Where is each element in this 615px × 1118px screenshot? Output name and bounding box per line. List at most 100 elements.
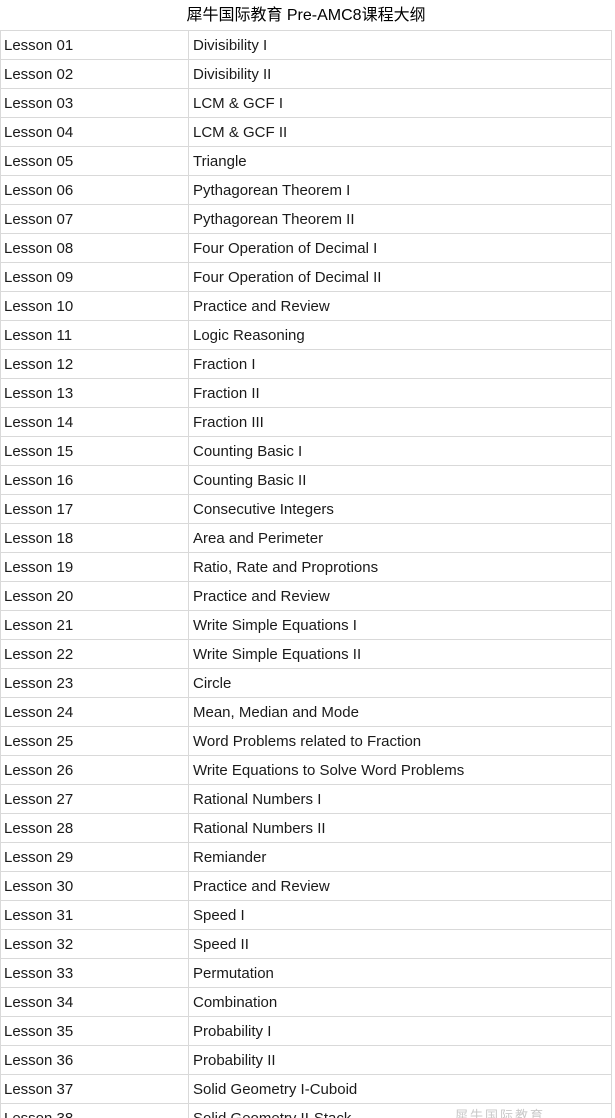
- lesson-number-cell[interactable]: Lesson 09: [0, 262, 189, 292]
- lesson-number-cell[interactable]: Lesson 02: [0, 59, 189, 89]
- lesson-topic-cell[interactable]: Write Simple Equations II: [187, 639, 613, 669]
- lesson-topic-cell[interactable]: Write Equations to Solve Word Problems: [187, 755, 613, 785]
- lesson-number-cell[interactable]: Lesson 26: [0, 755, 189, 785]
- lesson-number-cell[interactable]: Lesson 01: [0, 30, 189, 60]
- lesson-topic-cell[interactable]: Fraction II: [187, 378, 613, 408]
- lesson-number-cell[interactable]: Lesson 04: [0, 117, 189, 147]
- lesson-number-cell[interactable]: Lesson 10: [0, 291, 189, 321]
- lesson-topic-cell[interactable]: Practice and Review: [187, 291, 613, 321]
- table-row[interactable]: Lesson 02 Divisibility II: [0, 59, 613, 89]
- lesson-topic-cell[interactable]: Counting Basic I: [187, 436, 613, 466]
- table-row[interactable]: Lesson 17 Consecutive Integers: [0, 494, 613, 524]
- lesson-topic-cell[interactable]: Area and Perimeter: [187, 523, 613, 553]
- table-row[interactable]: Lesson 13 Fraction II: [0, 378, 613, 408]
- lesson-topic-cell[interactable]: Fraction I: [187, 349, 613, 379]
- table-row[interactable]: Lesson 10 Practice and Review: [0, 291, 613, 321]
- lesson-topic-cell[interactable]: Pythagorean Theorem II: [187, 204, 613, 234]
- table-row[interactable]: Lesson 07 Pythagorean Theorem II: [0, 204, 613, 234]
- lesson-topic-cell[interactable]: LCM & GCF I: [187, 88, 613, 118]
- table-row[interactable]: Lesson 29 Remiander: [0, 842, 613, 872]
- lesson-number-cell[interactable]: Lesson 03: [0, 88, 189, 118]
- lesson-number-cell[interactable]: Lesson 28: [0, 813, 189, 843]
- lesson-topic-cell[interactable]: Probability II: [187, 1045, 613, 1075]
- table-row[interactable]: Lesson 27 Rational Numbers I: [0, 784, 613, 814]
- table-row[interactable]: Lesson 28 Rational Numbers II: [0, 813, 613, 843]
- lesson-topic-cell[interactable]: Divisibility I: [187, 30, 613, 60]
- table-row[interactable]: Lesson 36 Probability II: [0, 1045, 613, 1075]
- lesson-topic-cell[interactable]: Circle: [187, 668, 613, 698]
- table-row[interactable]: Lesson 18 Area and Perimeter: [0, 523, 613, 553]
- lesson-number-cell[interactable]: Lesson 20: [0, 581, 189, 611]
- table-row[interactable]: Lesson 01 Divisibility I: [0, 30, 613, 60]
- lesson-topic-cell[interactable]: Fraction III: [187, 407, 613, 437]
- table-row[interactable]: Lesson 12 Fraction I: [0, 349, 613, 379]
- lesson-number-cell[interactable]: Lesson 16: [0, 465, 189, 495]
- table-row[interactable]: Lesson 16 Counting Basic II: [0, 465, 613, 495]
- table-row[interactable]: Lesson 20 Practice and Review: [0, 581, 613, 611]
- lesson-number-cell[interactable]: Lesson 24: [0, 697, 189, 727]
- lesson-topic-cell[interactable]: Combination: [187, 987, 613, 1017]
- table-row[interactable]: Lesson 03 LCM & GCF I: [0, 88, 613, 118]
- lesson-number-cell[interactable]: Lesson 32: [0, 929, 189, 959]
- lesson-number-cell[interactable]: Lesson 31: [0, 900, 189, 930]
- lesson-topic-cell[interactable]: Rational Numbers I: [187, 784, 613, 814]
- lesson-topic-cell[interactable]: Permutation: [187, 958, 613, 988]
- lesson-number-cell[interactable]: Lesson 37: [0, 1074, 189, 1104]
- lesson-topic-cell[interactable]: Solid Geometry I-Cuboid: [187, 1074, 613, 1104]
- table-row[interactable]: Lesson 11 Logic Reasoning: [0, 320, 613, 350]
- lesson-topic-cell[interactable]: Speed I: [187, 900, 613, 930]
- lesson-topic-cell[interactable]: Logic Reasoning: [187, 320, 613, 350]
- lesson-topic-cell[interactable]: Remiander: [187, 842, 613, 872]
- lesson-number-cell[interactable]: Lesson 17: [0, 494, 189, 524]
- table-row[interactable]: Lesson 21 Write Simple Equations I: [0, 610, 613, 640]
- lesson-topic-cell[interactable]: Mean, Median and Mode: [187, 697, 613, 727]
- table-row[interactable]: Lesson 34 Combination: [0, 987, 613, 1017]
- lesson-number-cell[interactable]: Lesson 27: [0, 784, 189, 814]
- lesson-number-cell[interactable]: Lesson 18: [0, 523, 189, 553]
- lesson-number-cell[interactable]: Lesson 29: [0, 842, 189, 872]
- lesson-topic-cell[interactable]: LCM & GCF II: [187, 117, 613, 147]
- lesson-number-cell[interactable]: Lesson 05: [0, 146, 189, 176]
- table-row[interactable]: Lesson 15 Counting Basic I: [0, 436, 613, 466]
- lesson-topic-cell[interactable]: Ratio, Rate and Proprotions: [187, 552, 613, 582]
- lesson-number-cell[interactable]: Lesson 25: [0, 726, 189, 756]
- lesson-number-cell[interactable]: Lesson 35: [0, 1016, 189, 1046]
- lesson-topic-cell[interactable]: Solid Geometry II-Stack: [187, 1103, 613, 1118]
- table-row[interactable]: Lesson 38 Solid Geometry II-Stack: [0, 1103, 613, 1118]
- lesson-number-cell[interactable]: Lesson 21: [0, 610, 189, 640]
- lesson-number-cell[interactable]: Lesson 06: [0, 175, 189, 205]
- table-row[interactable]: Lesson 23 Circle: [0, 668, 613, 698]
- lesson-topic-cell[interactable]: Practice and Review: [187, 871, 613, 901]
- table-row[interactable]: Lesson 09 Four Operation of Decimal II: [0, 262, 613, 292]
- table-row[interactable]: Lesson 30 Practice and Review: [0, 871, 613, 901]
- lesson-number-cell[interactable]: Lesson 08: [0, 233, 189, 263]
- table-row[interactable]: Lesson 08 Four Operation of Decimal I: [0, 233, 613, 263]
- lesson-number-cell[interactable]: Lesson 12: [0, 349, 189, 379]
- table-row[interactable]: Lesson 26 Write Equations to Solve Word P…: [0, 755, 613, 785]
- lesson-number-cell[interactable]: Lesson 22: [0, 639, 189, 669]
- table-row[interactable]: Lesson 35 Probability I: [0, 1016, 613, 1046]
- table-row[interactable]: Lesson 31 Speed I: [0, 900, 613, 930]
- table-row[interactable]: Lesson 19 Ratio, Rate and Proprotions: [0, 552, 613, 582]
- lesson-topic-cell[interactable]: Rational Numbers II: [187, 813, 613, 843]
- lesson-topic-cell[interactable]: Practice and Review: [187, 581, 613, 611]
- lesson-number-cell[interactable]: Lesson 13: [0, 378, 189, 408]
- table-row[interactable]: Lesson 25 Word Problems related to Fracti…: [0, 726, 613, 756]
- table-row[interactable]: Lesson 06 Pythagorean Theorem I: [0, 175, 613, 205]
- lesson-number-cell[interactable]: Lesson 34: [0, 987, 189, 1017]
- lesson-topic-cell[interactable]: Four Operation of Decimal II: [187, 262, 613, 292]
- lesson-topic-cell[interactable]: Write Simple Equations I: [187, 610, 613, 640]
- table-row[interactable]: Lesson 05 Triangle: [0, 146, 613, 176]
- table-row[interactable]: Lesson 37 Solid Geometry I-Cuboid: [0, 1074, 613, 1104]
- table-row[interactable]: Lesson 14 Fraction III: [0, 407, 613, 437]
- lesson-number-cell[interactable]: Lesson 33: [0, 958, 189, 988]
- lesson-topic-cell[interactable]: Four Operation of Decimal I: [187, 233, 613, 263]
- lesson-number-cell[interactable]: Lesson 36: [0, 1045, 189, 1075]
- lesson-number-cell[interactable]: Lesson 30: [0, 871, 189, 901]
- table-row[interactable]: Lesson 32 Speed II: [0, 929, 613, 959]
- lesson-number-cell[interactable]: Lesson 07: [0, 204, 189, 234]
- lesson-topic-cell[interactable]: Consecutive Integers: [187, 494, 613, 524]
- lesson-topic-cell[interactable]: Counting Basic II: [187, 465, 613, 495]
- table-row[interactable]: Lesson 22 Write Simple Equations II: [0, 639, 613, 669]
- lesson-topic-cell[interactable]: Triangle: [187, 146, 613, 176]
